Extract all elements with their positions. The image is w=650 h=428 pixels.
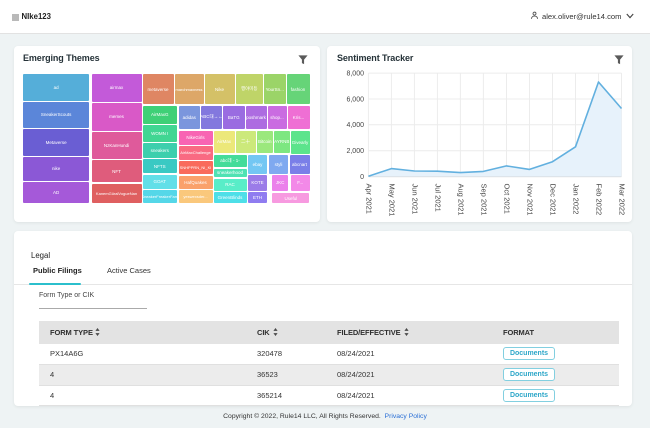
svg-text:6,000: 6,000 [346, 96, 364, 103]
svg-text:Apr 2021: Apr 2021 [364, 184, 373, 214]
svg-text:Mar 2022: Mar 2022 [618, 184, 627, 216]
svg-text:Jun 2021: Jun 2021 [410, 184, 419, 215]
svg-text:Nov 2021: Nov 2021 [526, 184, 535, 216]
svg-text:May 2021: May 2021 [387, 184, 396, 217]
svg-text:Dec 2021: Dec 2021 [549, 184, 558, 216]
svg-text:8,000: 8,000 [346, 70, 364, 77]
svg-text:4,000: 4,000 [346, 122, 364, 129]
svg-text:Aug 2021: Aug 2021 [456, 184, 465, 216]
svg-text:Sep 2021: Sep 2021 [479, 184, 488, 216]
svg-text:Jul 2021: Jul 2021 [433, 184, 442, 212]
svg-text:0: 0 [360, 174, 364, 181]
svg-text:Oct 2021: Oct 2021 [503, 184, 512, 214]
svg-text:Feb 2022: Feb 2022 [595, 184, 604, 216]
svg-text:Jan 2022: Jan 2022 [572, 184, 581, 215]
svg-text:2,000: 2,000 [346, 148, 364, 155]
